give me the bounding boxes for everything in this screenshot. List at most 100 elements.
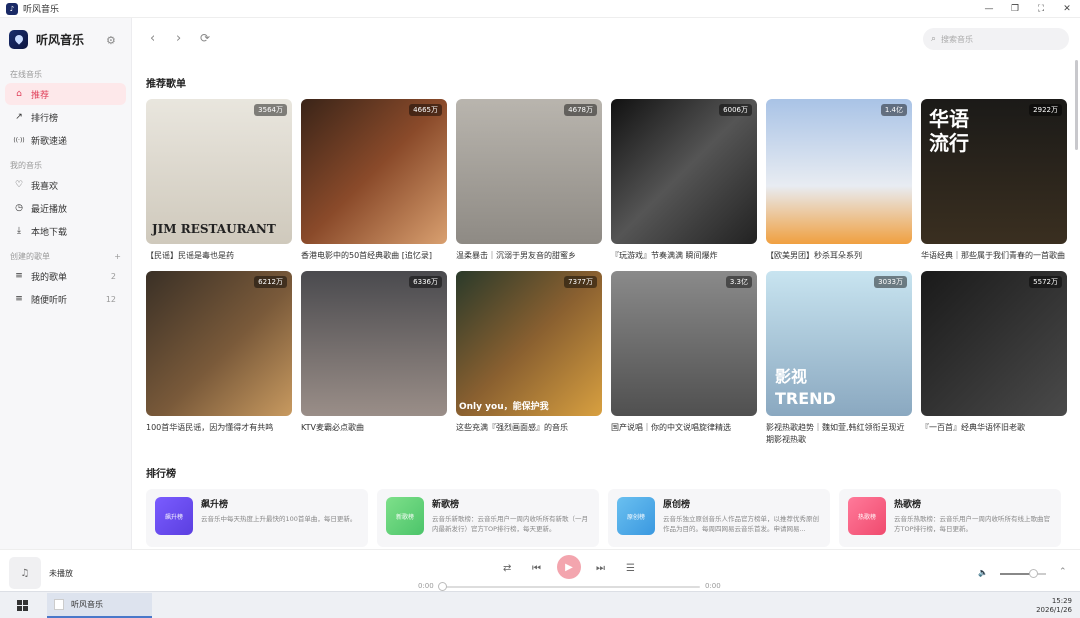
playlist-cover[interactable]: 3.3亿 xyxy=(611,271,757,416)
playlist-card[interactable]: 3.3亿国产说唱｜你的中文说唱旋律精选 xyxy=(611,271,757,446)
back-arrow-icon[interactable]: ‹ xyxy=(150,31,155,46)
playlist-cover[interactable]: 7377万 Only you，能保护我 xyxy=(456,271,602,416)
playlist-title[interactable]: 『一百首』经典华语怀旧老歌 xyxy=(921,422,1067,446)
play-count-badge: 5572万 xyxy=(1029,276,1062,288)
playlist-cover[interactable]: 4665万 xyxy=(301,99,447,244)
broadcast-icon: ((·)) xyxy=(13,136,25,144)
sidebar-item-label: 新歌速递 xyxy=(31,136,68,147)
playlist-card[interactable]: 7377万 Only you，能保护我这些充满『强烈画面感』的音乐 xyxy=(456,271,602,446)
playlist-card[interactable]: 6006万 『玩游戏』节奏满满 瞬间爆炸 xyxy=(611,99,757,274)
playlist-card[interactable]: 6336万 KTV麦霸必点歌曲 xyxy=(301,271,447,446)
recommend-section-title: 推荐歌单 xyxy=(146,79,186,90)
repeat-icon[interactable]: ⇄ xyxy=(503,563,511,574)
playlist-title[interactable]: 影视热歌趋势｜魏如萱,韩红领衔呈现近期影视热歌 xyxy=(766,422,912,446)
playlist-card[interactable]: 4678万 温柔暴击｜沉溺于男友音的甜蜜乡 xyxy=(456,99,602,274)
playlist-title[interactable]: 100首华语民谣，因为懂得才有共鸣 xyxy=(146,422,292,446)
fullscreen-button[interactable]: ⛶ xyxy=(1028,0,1054,18)
ranking-card[interactable]: 热歌榜 热歌榜 云音乐热歌榜：云音乐用户一周内收听所有线上歌曲官方TOP排行榜，每日… xyxy=(839,489,1061,547)
playlist-card[interactable]: 2922万 华语 流行 华语经典｜那些属于我们青春的一首歌曲 xyxy=(921,99,1067,274)
ranking-section-title: 排行榜 xyxy=(146,469,176,480)
clock-time: 15:29 xyxy=(1051,597,1072,605)
start-menu-icon[interactable] xyxy=(17,600,28,611)
search-icon: ⌕ xyxy=(931,34,937,44)
ranking-description: 云音乐热歌榜：云音乐用户一周内收听所有线上歌曲官方TOP排行榜，每日更新。 xyxy=(894,515,1050,533)
sidebar-item[interactable]: ⤓ 本地下载 xyxy=(5,220,126,242)
playlist-cover[interactable]: 6336万 xyxy=(301,271,447,416)
search-box[interactable]: ⌕ xyxy=(923,28,1069,50)
ranking-card[interactable]: 新歌榜 新歌榜 云音乐新歌榜：云音乐用户一周内收听所有新歌（一月内最新发行）官方TO… xyxy=(377,489,599,547)
playlist-title[interactable]: 这些充满『强烈画面感』的音乐 xyxy=(456,422,602,446)
sidebar-item[interactable]: ♡ 我喜欢 xyxy=(5,174,126,196)
sidebar-item[interactable]: ◷ 最近播放 xyxy=(5,197,126,219)
app-window-icon xyxy=(54,599,64,610)
section-label-text: 创建的歌单 xyxy=(10,251,50,261)
playlist-card[interactable]: 6212万 100首华语民谣，因为懂得才有共鸣 xyxy=(146,271,292,446)
playlist-card[interactable]: 5572万『一百首』经典华语怀旧老歌 xyxy=(921,271,1067,446)
sidebar-item[interactable]: ≡ 我的歌单 2 xyxy=(5,265,126,287)
ranking-thumb: 飙升榜 xyxy=(155,497,193,535)
play-count-badge: 4678万 xyxy=(564,104,597,116)
expand-chevron-up-icon[interactable]: ⌃ xyxy=(1059,567,1067,577)
queue-list-icon[interactable]: ☰ xyxy=(626,563,635,574)
minimize-button[interactable]: — xyxy=(976,0,1002,18)
main-content: ‹ › ⟳ ⌕ 推荐歌单 3564万JIM RESTAURANT【民谣】民谣是毒… xyxy=(133,18,1080,549)
next-track-icon[interactable]: ⏭ xyxy=(596,563,605,574)
volume-icon[interactable]: 🔈 xyxy=(978,568,988,577)
scrollbar[interactable] xyxy=(1075,60,1078,150)
progress-knob[interactable] xyxy=(438,582,447,591)
playlist-cover[interactable]: 3564万 JIM RESTAURANT xyxy=(146,99,292,244)
sidebar-section-label: 在线音乐 xyxy=(0,66,131,82)
settings-gear-icon[interactable]: ⚙ xyxy=(106,34,116,47)
sidebar-item-label: 排行榜 xyxy=(31,113,59,124)
progress-bar[interactable] xyxy=(440,586,700,588)
play-count-badge: 3564万 xyxy=(254,104,287,116)
playlist-card[interactable]: 3033万 影视 TREND 影视热歌趋势｜魏如萱,韩红领衔呈现近期影视热歌 xyxy=(766,271,912,446)
sidebar-item[interactable]: ≡ 随便听听 12 xyxy=(5,288,126,310)
restore-button[interactable]: ❐ xyxy=(1002,0,1028,18)
playlist-title[interactable]: 国产说唱｜你的中文说唱旋律精选 xyxy=(611,422,757,446)
search-input[interactable] xyxy=(941,34,1052,44)
sidebar-item[interactable]: ↗ 排行榜 xyxy=(5,106,126,128)
playlist-card[interactable]: 1.4亿 【欧美男团】秒杀耳朵系列 xyxy=(766,99,912,274)
now-playing-cover[interactable]: ♫ xyxy=(9,557,41,589)
sidebar-item[interactable]: ⌂ 推荐 xyxy=(5,83,126,105)
volume-knob[interactable] xyxy=(1029,569,1039,578)
total-time: 0:00 xyxy=(705,582,721,590)
playlist-card[interactable]: 3564万 JIM RESTAURANT 【民谣】民谣是毒也是药 xyxy=(146,99,292,274)
playlist-title[interactable]: KTV麦霸必点歌曲 xyxy=(301,422,447,446)
playlist-cover[interactable]: 2922万 华语 流行 xyxy=(921,99,1067,244)
sidebar-item[interactable]: ((·)) 新歌速递 xyxy=(5,129,126,151)
previous-track-icon[interactable]: ⏮ xyxy=(532,563,541,574)
section-label-text: 在线音乐 xyxy=(10,69,42,79)
playlist-cover[interactable]: 6006万 xyxy=(611,99,757,244)
playlist-cover[interactable]: 5572万 xyxy=(921,271,1067,416)
taskbar-app-item[interactable]: 听风音乐 xyxy=(47,593,152,618)
ranking-info: 原创榜 云音乐独立原创音乐人作品官方榜单，以推荐优秀原创作品为目的。每周四网易云音… xyxy=(663,497,821,539)
ranking-name: 热歌榜 xyxy=(894,500,922,510)
top-bar: ‹ › ⟳ ⌕ xyxy=(133,18,1080,60)
ranking-info: 新歌榜 云音乐新歌榜：云音乐用户一周内收听所有新歌（一月内最新发行）官方TOP排行… xyxy=(432,497,590,539)
clock-icon: ◷ xyxy=(15,203,23,213)
play-count-badge: 6006万 xyxy=(719,104,752,116)
close-button[interactable]: ✕ xyxy=(1054,0,1080,18)
refresh-icon[interactable]: ⟳ xyxy=(200,31,210,45)
cover-overlay-text: 华语 流行 xyxy=(929,107,969,155)
sidebar-item-label: 最近播放 xyxy=(31,204,68,215)
playlist-count: 12 xyxy=(105,294,116,304)
playlist-cover[interactable]: 3033万 影视 TREND xyxy=(766,271,912,416)
window-titlebar: ♪ 听风音乐 — ❐ ⛶ ✕ xyxy=(0,0,1080,18)
playlist-cover[interactable]: 1.4亿 xyxy=(766,99,912,244)
ranking-card[interactable]: 原创榜 原创榜 云音乐独立原创音乐人作品官方榜单，以推荐优秀原创作品为目的。每周四网… xyxy=(608,489,830,547)
current-time: 0:00 xyxy=(418,582,434,590)
trend-icon: ↗ xyxy=(15,112,23,122)
ranking-card[interactable]: 飙升榜 飙升榜 云音乐中每天热度上升最快的100首单曲，每日更新。 xyxy=(146,489,368,547)
add-playlist-icon[interactable]: + xyxy=(114,252,121,261)
taskbar-app-label: 听风音乐 xyxy=(71,600,103,609)
playlist-cover[interactable]: 6212万 xyxy=(146,271,292,416)
sidebar-section-label: 创建的歌单 + xyxy=(0,248,131,264)
playlist-cover[interactable]: 4678万 xyxy=(456,99,602,244)
forward-arrow-icon[interactable]: › xyxy=(176,31,181,46)
os-taskbar: 听风音乐 15:29 2026/1/26 xyxy=(0,591,1080,618)
playlist-card[interactable]: 4665万 香港电影中的50首经典歌曲 [追忆录] xyxy=(301,99,447,274)
play-button[interactable]: ▶ xyxy=(557,555,581,579)
